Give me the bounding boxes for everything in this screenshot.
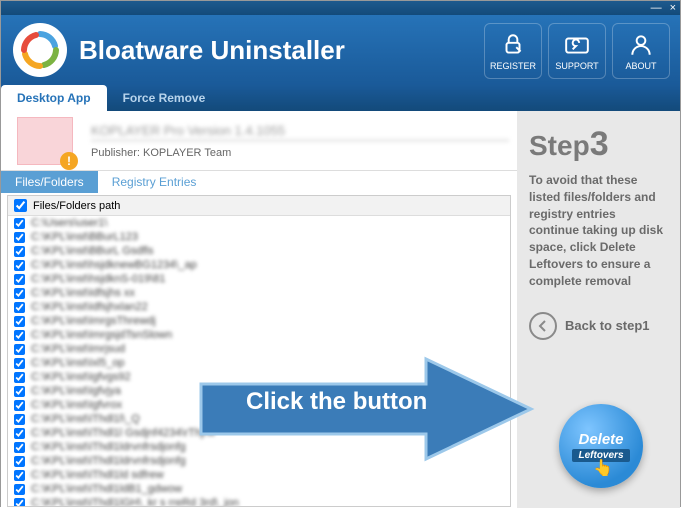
item-checkbox[interactable] [14, 218, 25, 229]
list-item[interactable]: C:\Users\user1\ [8, 216, 510, 230]
item-path: C:\KPL\inst\IThdl1ldB1_gdwow [31, 483, 182, 495]
target-app-name: KOPLAYER Pro Version 1.4.1055 [91, 123, 509, 141]
cursor-icon: 👆 [593, 458, 613, 478]
item-checkbox[interactable] [14, 316, 25, 327]
sidebar: Step3 To avoid that these listed files/f… [517, 111, 680, 508]
item-path: C:\KPL\inst\Igfvjya [31, 385, 121, 397]
list-item[interactable]: C:\KPL\inst\BBurL Gsdfls [8, 244, 510, 258]
support-button[interactable]: SUPPORT [548, 23, 606, 79]
list-item[interactable]: C:\KPL\inst\BBurL123 [8, 230, 510, 244]
about-button[interactable]: ABOUT [612, 23, 670, 79]
list-item[interactable]: C:\KPL\inst\Imrjsud [8, 342, 510, 356]
item-path: C:\KPL\inst\IThdl1lGH\_kr s rreRd 3rd\_j… [31, 497, 239, 507]
item-path: C:\KPL\inst\hsjdknewBG1234\_ap [31, 259, 197, 271]
item-path: C:\KPL\inst\IThdl1ld sdfrew [31, 469, 164, 481]
main-panel: KOPLAYER Pro Version 1.4.1055 Publisher:… [1, 111, 517, 508]
item-path: C:\KPL\inst\Ixl5_op [31, 357, 125, 369]
item-checkbox[interactable] [14, 274, 25, 285]
list-item[interactable]: C:\KPL\inst\Idfsjhs xx [8, 286, 510, 300]
item-path: C:\KPL\inst\Igfvrox [31, 399, 122, 411]
list-item[interactable]: C:\KPL\inst\IThdl1ld sdfrew [8, 468, 510, 482]
list-item[interactable]: C:\KPL\inst\Igfvjya [8, 384, 510, 398]
item-path: C:\KPL\inst\ImrgsjdTsnSlown [31, 329, 172, 341]
item-path: C:\KPL\inst\BBurL Gsdfls [31, 245, 153, 257]
item-path: C:\KPL\inst\IThdl1ldrvnfrsdjonfg [31, 455, 186, 467]
list-item[interactable]: C:\KPL\inst\Idfsjhxlan22 [8, 300, 510, 314]
arrow-left-icon [529, 312, 557, 340]
target-app-info: KOPLAYER Pro Version 1.4.1055 Publisher:… [1, 111, 517, 171]
item-checkbox[interactable] [14, 372, 25, 383]
item-checkbox[interactable] [14, 246, 25, 257]
wrench-icon [564, 32, 590, 58]
list-body[interactable]: C:\Users\user1\ C:\KPL\inst\BBurL123 C:\KP… [8, 216, 510, 507]
item-checkbox[interactable] [14, 484, 25, 495]
item-path: C:\KPL\inst\Igfvgs92 [31, 371, 131, 383]
item-checkbox[interactable] [14, 456, 25, 467]
list-item[interactable]: C:\KPL\inst\IThdl1lGH\_kr s rreRd 3rd\_j… [8, 496, 510, 507]
sub-tabs: Files/Folders Registry Entries [1, 171, 517, 193]
item-checkbox[interactable] [14, 442, 25, 453]
app-title: Bloatware Uninstaller [79, 35, 345, 66]
list-header-label: Files/Folders path [33, 200, 120, 212]
step-description: To avoid that these listed files/folders… [529, 172, 668, 290]
item-checkbox[interactable] [14, 260, 25, 271]
window-titlebar: — × [1, 1, 680, 15]
item-path: C:\KPL\inst\IThdl1l Gsdjnf4234\rThjrw [31, 427, 215, 439]
list-item[interactable]: C:\KPL\inst\Ixl5_op [8, 356, 510, 370]
leftover-list: Files/Folders path C:\Users\user1\ C:\KPL… [7, 195, 511, 507]
item-path: C:\KPL\inst\ImrgsThrewdj [31, 315, 156, 327]
item-checkbox[interactable] [14, 330, 25, 341]
item-checkbox[interactable] [14, 428, 25, 439]
person-icon [628, 32, 654, 58]
item-checkbox[interactable] [14, 358, 25, 369]
list-item[interactable]: C:\KPL\inst\IThdl1l\_Q [8, 412, 510, 426]
list-item[interactable]: C:\KPL\inst\IThdl1ldrvnfrsdjonfg [8, 440, 510, 454]
item-checkbox[interactable] [14, 414, 25, 425]
list-item[interactable]: C:\KPL\inst\hsjdknS-019\81 [8, 272, 510, 286]
lock-icon [500, 32, 526, 58]
tab-desktop-app[interactable]: Desktop App [1, 85, 107, 111]
list-item[interactable]: C:\KPL\inst\Igfvrox [8, 398, 510, 412]
item-checkbox[interactable] [14, 302, 25, 313]
item-checkbox[interactable] [14, 288, 25, 299]
item-checkbox[interactable] [14, 400, 25, 411]
item-path: C:\KPL\inst\Idfsjhs xx [31, 287, 135, 299]
step-title: Step3 [529, 125, 668, 164]
tab-force-remove[interactable]: Force Remove [107, 85, 222, 111]
close-button[interactable]: × [670, 2, 676, 14]
list-item[interactable]: C:\KPL\inst\ImrgsThrewdj [8, 314, 510, 328]
target-app-icon [17, 117, 73, 165]
item-checkbox[interactable] [14, 470, 25, 481]
delete-leftovers-button[interactable]: Delete Leftovers 👆 [559, 404, 643, 488]
list-item[interactable]: C:\KPL\inst\ImrgsjdTsnSlown [8, 328, 510, 342]
register-button[interactable]: REGISTER [484, 23, 542, 79]
item-path: C:\KPL\inst\hsjdknS-019\81 [31, 273, 166, 285]
item-checkbox[interactable] [14, 344, 25, 355]
back-to-step1-button[interactable]: Back to step1 [529, 312, 668, 340]
item-checkbox[interactable] [14, 498, 25, 508]
app-header: Bloatware Uninstaller REGISTER SUPPORT A… [1, 15, 680, 85]
item-path: C:\Users\user1\ [31, 217, 107, 229]
select-all-checkbox[interactable] [14, 199, 27, 212]
item-path: C:\KPL\inst\IThdl1l\_Q [31, 413, 140, 425]
subtab-files-folders[interactable]: Files/Folders [1, 171, 98, 193]
main-tabs: Desktop App Force Remove [1, 85, 680, 111]
item-path: C:\KPL\inst\IThdl1ldrvnfrsdjonfg [31, 441, 186, 453]
minimize-button[interactable]: — [651, 2, 662, 14]
list-item[interactable]: C:\KPL\inst\hsjdknewBG1234\_ap [8, 258, 510, 272]
item-checkbox[interactable] [14, 232, 25, 243]
item-path: C:\KPL\inst\Imrjsud [31, 343, 125, 355]
target-app-publisher: Publisher: KOPLAYER Team [91, 147, 509, 159]
list-item[interactable]: C:\KPL\inst\Igfvgs92 [8, 370, 510, 384]
list-item[interactable]: C:\KPL\inst\IThdl1l Gsdjnf4234\rThjrw [8, 426, 510, 440]
list-item[interactable]: C:\KPL\inst\IThdl1ldB1_gdwow [8, 482, 510, 496]
item-path: C:\KPL\inst\Idfsjhxlan22 [31, 301, 148, 313]
app-logo [13, 23, 67, 77]
subtab-registry-entries[interactable]: Registry Entries [98, 171, 211, 193]
item-checkbox[interactable] [14, 386, 25, 397]
item-path: C:\KPL\inst\BBurL123 [31, 231, 138, 243]
list-item[interactable]: C:\KPL\inst\IThdl1ldrvnfrsdjonfg [8, 454, 510, 468]
list-header: Files/Folders path [8, 196, 510, 216]
